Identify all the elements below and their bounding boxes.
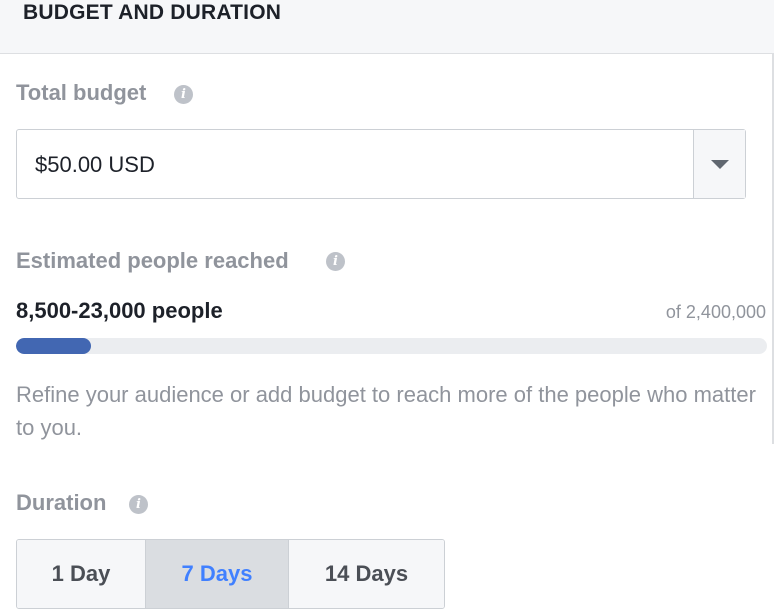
- section-title: BUDGET AND DURATION: [23, 1, 282, 24]
- total-budget-value: $50.00 USD: [35, 152, 155, 177]
- duration-label: Duration: [16, 490, 107, 515]
- duration-option-7-days[interactable]: 7 Days: [145, 540, 288, 608]
- reach-progress-bar: [16, 338, 767, 354]
- estimated-reach-label: Estimated people reached: [16, 248, 289, 273]
- total-budget-label: Total budget: [16, 80, 147, 105]
- budget-dropdown-button[interactable]: [693, 130, 745, 198]
- duration-selector: 1 Day 7 Days 14 Days: [16, 539, 445, 609]
- duration-option-14-days[interactable]: 14 Days: [288, 540, 444, 608]
- duration-option-1-day[interactable]: 1 Day: [17, 540, 145, 608]
- info-icon[interactable]: i: [326, 252, 345, 271]
- audience-total: of 2,400,000: [665, 302, 766, 322]
- section-header: BUDGET AND DURATION: [0, 0, 774, 54]
- caret-down-icon: [711, 160, 729, 169]
- total-budget-select[interactable]: $50.00 USD: [16, 129, 746, 199]
- info-icon[interactable]: i: [174, 85, 193, 104]
- reach-hint-text: Refine your audience or add budget to re…: [16, 382, 756, 440]
- estimated-reach-value: 8,500-23,000 people: [16, 298, 223, 323]
- reach-progress-fill: [16, 338, 92, 354]
- info-icon[interactable]: i: [129, 495, 148, 514]
